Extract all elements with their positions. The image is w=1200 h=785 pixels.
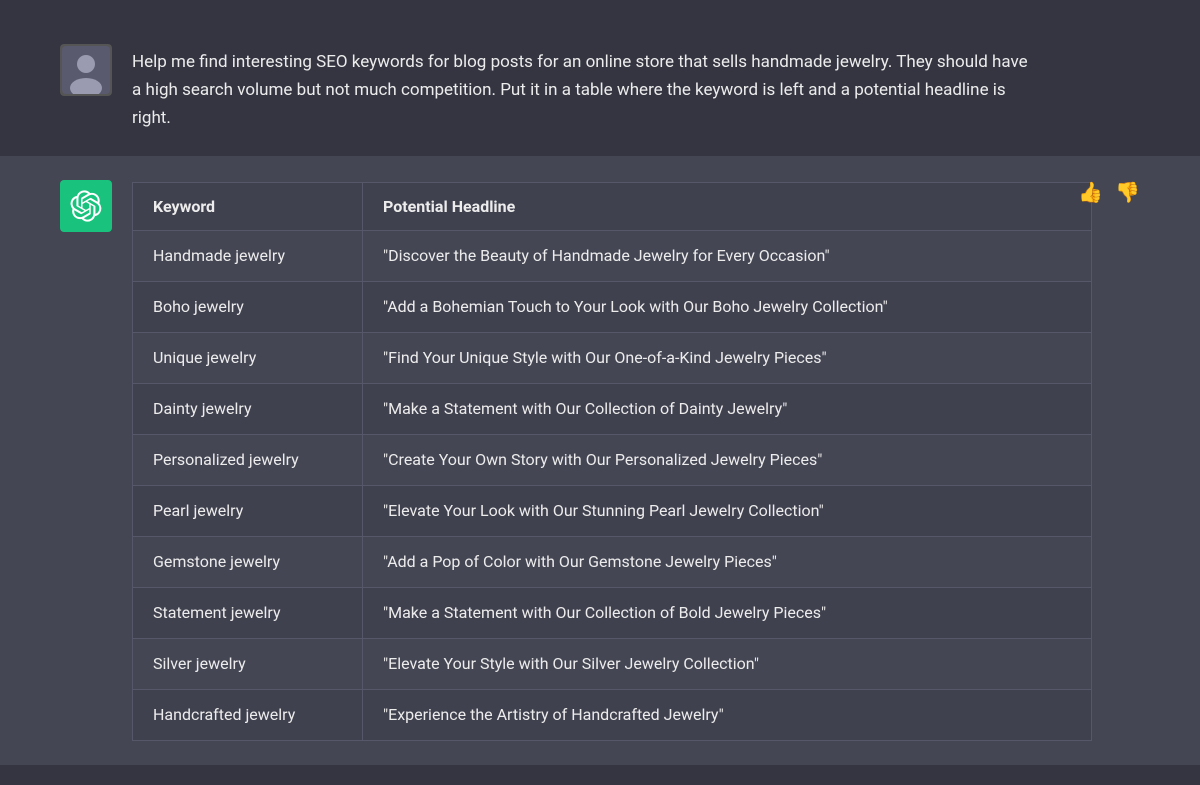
thumbs-down-button[interactable]: 👎: [1115, 180, 1140, 204]
table-row: Statement jewelry"Make a Statement with …: [133, 588, 1092, 639]
table-body: Handmade jewelry"Discover the Beauty of …: [133, 231, 1092, 741]
user-message-text: Help me find interesting SEO keywords fo…: [132, 44, 1032, 132]
headline-cell: "Discover the Beauty of Handmade Jewelry…: [363, 231, 1092, 282]
headline-cell: "Elevate Your Look with Our Stunning Pea…: [363, 486, 1092, 537]
headline-cell: "Make a Statement with Our Collection of…: [363, 588, 1092, 639]
headline-cell: "Find Your Unique Style with Our One-of-…: [363, 333, 1092, 384]
action-icons: 👍 👎: [1078, 180, 1140, 204]
ai-message-row: 👍 👎 Keyword Potential Headline Handmade …: [0, 156, 1200, 765]
keyword-cell: Pearl jewelry: [133, 486, 363, 537]
keyword-cell: Boho jewelry: [133, 282, 363, 333]
chat-container: Help me find interesting SEO keywords fo…: [0, 0, 1200, 785]
table-row: Handmade jewelry"Discover the Beauty of …: [133, 231, 1092, 282]
keyword-cell: Statement jewelry: [133, 588, 363, 639]
ai-message-content: 👍 👎 Keyword Potential Headline Handmade …: [132, 180, 1140, 741]
avatar-icon: [62, 46, 110, 94]
headline-cell: "Make a Statement with Our Collection of…: [363, 384, 1092, 435]
keyword-cell: Unique jewelry: [133, 333, 363, 384]
col-keyword-header: Keyword: [133, 183, 363, 231]
user-avatar: [60, 44, 112, 96]
table-row: Unique jewelry"Find Your Unique Style wi…: [133, 333, 1092, 384]
table-row: Boho jewelry"Add a Bohemian Touch to You…: [133, 282, 1092, 333]
table-row: Handcrafted jewelry"Experience the Artis…: [133, 690, 1092, 741]
keyword-cell: Gemstone jewelry: [133, 537, 363, 588]
ai-avatar: [60, 180, 112, 232]
table-row: Gemstone jewelry"Add a Pop of Color with…: [133, 537, 1092, 588]
headline-cell: "Create Your Own Story with Our Personal…: [363, 435, 1092, 486]
chatgpt-icon: [70, 190, 102, 222]
table-row: Dainty jewelry"Make a Statement with Our…: [133, 384, 1092, 435]
table-row: Personalized jewelry"Create Your Own Sto…: [133, 435, 1092, 486]
keyword-cell: Dainty jewelry: [133, 384, 363, 435]
headline-cell: "Add a Bohemian Touch to Your Look with …: [363, 282, 1092, 333]
keyword-cell: Handmade jewelry: [133, 231, 363, 282]
keyword-cell: Personalized jewelry: [133, 435, 363, 486]
col-headline-header: Potential Headline: [363, 183, 1092, 231]
table-header-row: Keyword Potential Headline: [133, 183, 1092, 231]
table-row: Silver jewelry"Elevate Your Style with O…: [133, 639, 1092, 690]
headline-cell: "Add a Pop of Color with Our Gemstone Je…: [363, 537, 1092, 588]
user-message-row: Help me find interesting SEO keywords fo…: [0, 20, 1200, 156]
thumbs-up-button[interactable]: 👍: [1078, 180, 1103, 204]
keyword-cell: Silver jewelry: [133, 639, 363, 690]
keyword-table: Keyword Potential Headline Handmade jewe…: [132, 182, 1092, 741]
headline-cell: "Elevate Your Style with Our Silver Jewe…: [363, 639, 1092, 690]
table-row: Pearl jewelry"Elevate Your Look with Our…: [133, 486, 1092, 537]
keyword-cell: Handcrafted jewelry: [133, 690, 363, 741]
headline-cell: "Experience the Artistry of Handcrafted …: [363, 690, 1092, 741]
